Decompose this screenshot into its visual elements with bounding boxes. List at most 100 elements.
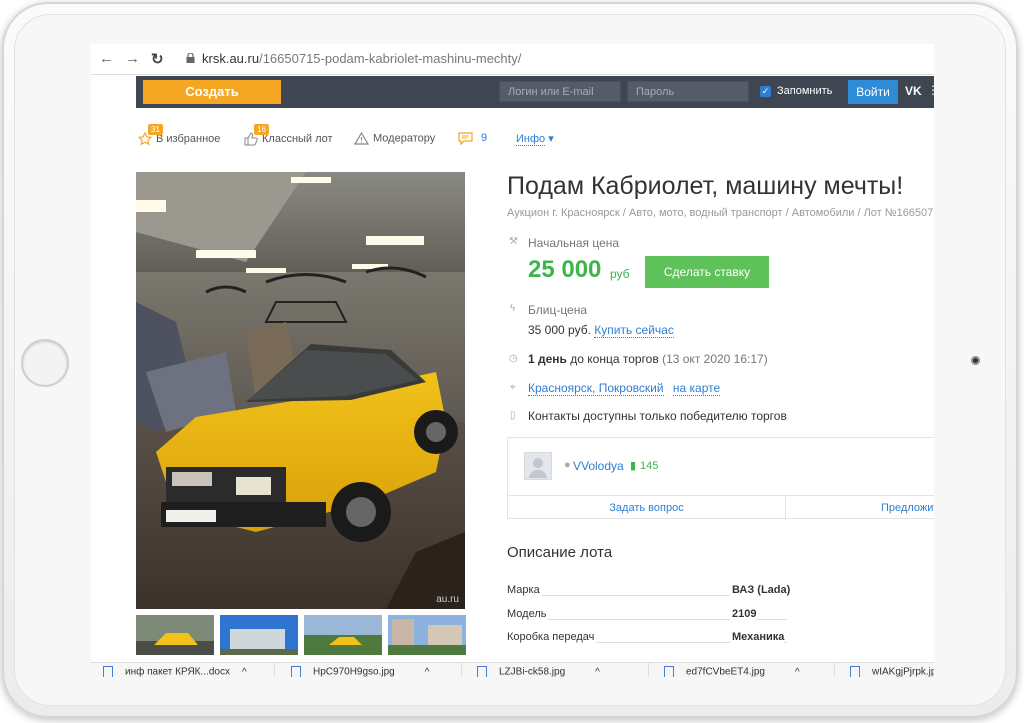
- thumbnail-image: [304, 615, 382, 655]
- reload-icon[interactable]: ↻: [151, 50, 164, 68]
- browser-screen: ← → ↻ krsk.au.ru/16650715-podam-kabriole…: [91, 44, 934, 677]
- password-input[interactable]: Пароль: [627, 81, 749, 102]
- map-link[interactable]: на карте: [672, 381, 721, 396]
- download-divider: [461, 663, 462, 677]
- url-field[interactable]: krsk.au.ru/16650715-podam-kabriolet-mash…: [202, 51, 521, 66]
- mobile-icon: ▮: [630, 460, 637, 472]
- car-photo-image: [136, 172, 465, 609]
- lot-title: Подам Кабриолет, машину мечты!: [507, 172, 904, 200]
- comments-action[interactable]: 9: [458, 132, 487, 145]
- lot-photo[interactable]: au.ru: [136, 172, 465, 609]
- login-input[interactable]: Логин или E-mail: [499, 81, 621, 102]
- start-price-label: Начальная цена: [528, 236, 620, 250]
- start-price-value: 25 000: [528, 256, 602, 283]
- spec-value: 2109: [730, 608, 757, 620]
- currency-label: руб: [610, 267, 630, 281]
- download-item[interactable]: LZJBi-ck58.jpg ^: [477, 666, 600, 677]
- spec-row: Коробка передач Механика: [507, 631, 787, 647]
- clock-icon: ◷: [509, 353, 518, 364]
- thumbnail[interactable]: [388, 615, 466, 655]
- site-topbar: Создать Логин или E-mail Пароль ✓ Запомн…: [136, 76, 934, 108]
- time-left-row: 1 день до конца торгов (13 окт 2020 16:1…: [528, 352, 768, 366]
- make-offer-button[interactable]: Предложить: [786, 495, 934, 519]
- classy-badge: 16: [254, 124, 269, 135]
- chevron-up-icon[interactable]: ^: [242, 667, 247, 677]
- remember-checkbox[interactable]: ✓: [760, 86, 771, 97]
- file-icon: [850, 666, 860, 677]
- blitz-price-label: Блиц-цена: [528, 303, 588, 317]
- buy-now-link[interactable]: Купить сейчас: [594, 323, 674, 338]
- back-icon[interactable]: ←: [99, 50, 114, 67]
- chevron-up-icon[interactable]: ^: [425, 667, 430, 677]
- download-item[interactable]: инф пакет КРЯК...docx ^: [103, 666, 247, 677]
- forward-icon[interactable]: →: [125, 50, 140, 67]
- thumbnail[interactable]: [136, 615, 214, 655]
- seller-rating: 145: [640, 460, 659, 472]
- spec-value: ВАЗ (Lada): [730, 584, 791, 596]
- home-button[interactable]: [21, 339, 69, 387]
- spec-key: Коробка передач: [507, 631, 597, 643]
- contacts-text: Контакты доступны только победителю торг…: [528, 409, 787, 423]
- description-title: Описание лота: [507, 544, 613, 561]
- chevron-up-icon[interactable]: ^: [595, 667, 600, 677]
- create-button[interactable]: Создать: [143, 80, 281, 104]
- caret-down-icon: ▾: [548, 133, 554, 145]
- download-shelf: инф пакет КРЯК...docx ^ HpC970H9gso.jpg ^ …: [91, 662, 934, 677]
- user-icon: [529, 458, 547, 478]
- thumbnail[interactable]: [220, 615, 298, 655]
- classy-lot-action[interactable]: Классный лот 16: [244, 124, 333, 146]
- favorites-action[interactable]: В избранное 31: [138, 124, 220, 146]
- file-icon: [664, 666, 674, 677]
- thumbnail-image: [136, 615, 214, 655]
- hammer-icon: ⚒: [509, 236, 518, 247]
- spec-key: Марка: [507, 584, 542, 596]
- photo-watermark: au.ru: [436, 594, 459, 605]
- favorites-badge: 31: [148, 124, 163, 135]
- download-divider: [648, 663, 649, 677]
- avatar[interactable]: [524, 452, 552, 480]
- download-item[interactable]: HpC970H9gso.jpg ^: [291, 666, 429, 677]
- seller-card: ● VVolodya ▮ 145 Задать вопрос Предложит…: [507, 437, 934, 520]
- lightning-icon: ϟ: [510, 303, 516, 314]
- moderator-action[interactable]: Модератору: [354, 132, 435, 145]
- thumbnail[interactable]: [304, 615, 382, 655]
- location-pin-icon: ⌖: [510, 382, 516, 393]
- phone-icon: ▯: [510, 410, 516, 421]
- camera-icon: [971, 356, 980, 365]
- place-bid-button[interactable]: Сделать ставку: [645, 256, 769, 288]
- comment-icon: [458, 132, 473, 145]
- spec-row: Модель 2109: [507, 608, 787, 624]
- ask-question-button[interactable]: Задать вопрос: [508, 495, 786, 520]
- info-dropdown[interactable]: Инфо ▾: [516, 132, 554, 146]
- time-left-value: 1 день: [528, 352, 567, 366]
- location-link[interactable]: Красноярск, Покровский: [528, 381, 664, 396]
- vk-icon[interactable]: VK: [905, 84, 922, 98]
- thumbnail-image: [220, 615, 298, 655]
- breadcrumb[interactable]: Аукцион г. Красноярск / Авто, мото, водн…: [507, 207, 934, 219]
- location-row: Красноярск, Покровский на карте: [528, 381, 721, 396]
- download-divider: [834, 663, 835, 677]
- spec-key: Модель: [507, 608, 549, 620]
- download-divider: [274, 663, 275, 677]
- download-item[interactable]: ed7fCVbeET4.jpg ^: [664, 666, 800, 677]
- warning-icon: [354, 132, 369, 145]
- blitz-price-value: 35 000 руб.: [528, 323, 591, 337]
- time-left-text: до конца торгов: [570, 352, 659, 366]
- end-date: (13 окт 2020 16:17): [662, 352, 768, 366]
- thumbnail-image: [388, 615, 466, 655]
- thumbnail-strip: [136, 615, 472, 655]
- file-icon: [291, 666, 301, 677]
- spec-row: Марка ВАЗ (Lada): [507, 584, 791, 600]
- login-button[interactable]: Войти: [848, 80, 898, 104]
- more-icon[interactable]: ⋮: [927, 83, 934, 97]
- chevron-up-icon[interactable]: ^: [795, 667, 800, 677]
- seller-name-link[interactable]: VVolodya: [573, 459, 624, 473]
- online-dot-icon: ●: [564, 459, 571, 471]
- blitz-price-row: 35 000 руб. Купить сейчас: [528, 323, 674, 338]
- spec-value: Механика: [730, 631, 785, 643]
- download-item[interactable]: wIAKgjPjrpk.jpg: [850, 666, 934, 677]
- address-bar: ← → ↻ krsk.au.ru/16650715-podam-kabriole…: [91, 44, 934, 75]
- remember-label: Запомнить: [777, 85, 833, 97]
- lock-icon: [186, 53, 195, 63]
- file-icon: [477, 666, 487, 677]
